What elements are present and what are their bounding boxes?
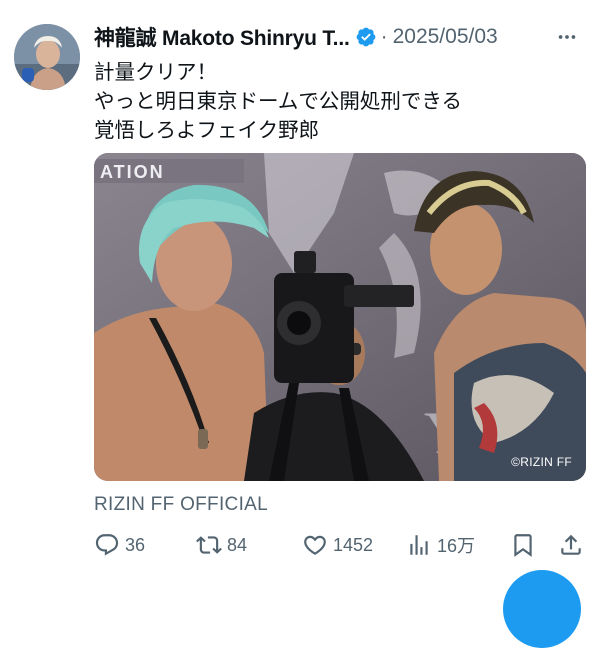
tweet-line: やっと明日東京ドームで公開処刑できる	[94, 90, 462, 113]
backdrop-banner-text: ATION	[100, 162, 165, 182]
more-options-icon[interactable]	[556, 26, 578, 48]
action-bar: 36 84 1452 16万	[94, 528, 589, 562]
photo-watermark: ©RIZIN FF	[511, 455, 572, 469]
tweet-line: 計量クリア！	[94, 61, 217, 84]
views-button[interactable]: 16万	[406, 528, 475, 562]
views-count: 16万	[437, 536, 476, 556]
reply-icon	[95, 534, 119, 556]
share-button[interactable]	[558, 528, 584, 562]
tweet-line: 覚悟しろよフェイク野郎	[94, 119, 320, 142]
share-icon	[561, 534, 581, 555]
compose-button[interactable]	[503, 570, 581, 648]
analytics-icon	[410, 535, 428, 555]
separator-dot: ·	[380, 25, 388, 48]
like-button[interactable]: 1452	[302, 528, 373, 562]
tweet-photo[interactable]: ATION Y ©RIZIN FF	[94, 153, 586, 481]
bookmark-button[interactable]	[510, 528, 536, 562]
reply-count: 36	[125, 534, 146, 555]
author-name[interactable]: 神龍誠 Makoto Shinryu T...	[94, 22, 350, 52]
verified-badge-icon	[356, 27, 375, 47]
photo-illustration: ATION Y	[94, 153, 586, 481]
like-count: 1452	[333, 534, 374, 555]
repost-count: 84	[227, 534, 248, 555]
tweet-text: 計量クリア！ やっと明日東京ドームで公開処刑できる 覚悟しろよフェイク野郎	[94, 58, 584, 145]
tweet-header: 神龍誠 Makoto Shinryu T... · 2025/05/03	[94, 22, 594, 52]
repost-icon	[196, 536, 222, 554]
reply-button[interactable]: 36	[94, 528, 145, 562]
repost-button[interactable]: 84	[196, 528, 247, 562]
avatar-image	[14, 24, 80, 90]
source-label[interactable]: RIZIN FF OFFICIAL	[94, 494, 268, 516]
bookmark-icon	[514, 534, 532, 557]
heart-icon	[304, 535, 326, 555]
tweet-date[interactable]: 2025/05/03	[393, 25, 498, 49]
author-avatar[interactable]	[14, 24, 80, 90]
